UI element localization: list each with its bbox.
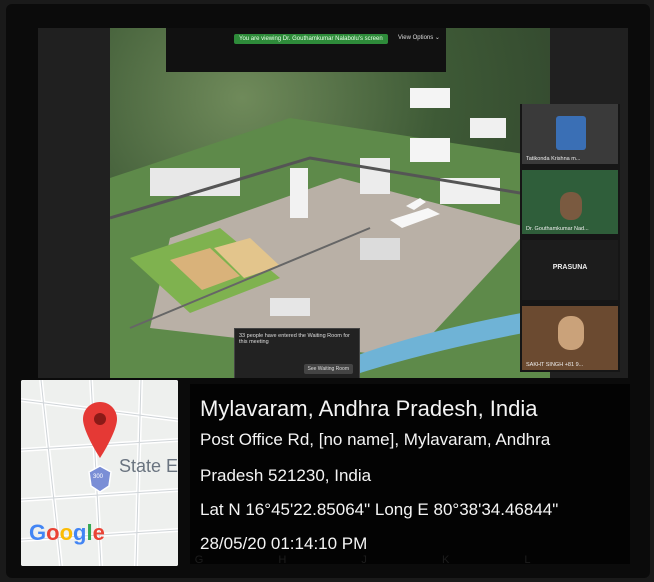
- participant-tile[interactable]: PRASUNA: [522, 240, 618, 300]
- see-waiting-room-button[interactable]: See Waiting Room: [303, 364, 353, 374]
- participant-strip: Tatikonda Krishna m... Dr. Gouthamkumar …: [520, 104, 620, 372]
- participant-video: [560, 192, 582, 220]
- participant-tile[interactable]: Dr. Gouthamkumar Nad...: [522, 170, 618, 234]
- address-line-2: Pradesh 521230, India: [200, 466, 372, 485]
- coordinates: Lat N 16°45'22.85064" Long E 80°38'34.46…: [200, 500, 559, 519]
- shared-screen-campus-render: [110, 28, 550, 378]
- location-pin-icon: [83, 402, 117, 458]
- participant-video: [556, 116, 586, 150]
- participant-tile[interactable]: Tatikonda Krishna m...: [522, 104, 618, 164]
- map-thumbnail: 300 State E Google: [21, 380, 178, 566]
- location-title: Mylavaram, Andhra Pradesh, India: [200, 396, 538, 421]
- participant-tile[interactable]: SAKHT SINGH +81 9...: [522, 306, 618, 370]
- campus-render-illustration: [110, 88, 550, 378]
- zoom-screen: You are viewing Dr. Gouthamkumar Nalabol…: [38, 28, 628, 378]
- road-shield-label: 300: [93, 474, 104, 480]
- google-logo: Google: [29, 520, 105, 545]
- participant-video: [558, 316, 584, 350]
- participant-name: PRASUNA: [552, 264, 588, 271]
- waiting-room-popup: 33 people have entered the Waiting Room …: [234, 328, 360, 378]
- participant-name: SAKHT SINGH +81 9...: [526, 362, 584, 368]
- viewing-screen-banner: You are viewing Dr. Gouthamkumar Nalabol…: [234, 34, 388, 44]
- participant-name: Tatikonda Krishna m...: [526, 156, 581, 162]
- participant-name: Dr. Gouthamkumar Nad...: [526, 226, 589, 232]
- timestamp: 28/05/20 01:14:10 PM: [200, 534, 368, 553]
- waiting-room-message: 33 people have entered the Waiting Room …: [239, 333, 350, 345]
- address-line-1: Post Office Rd, [no name], Mylavaram, An…: [200, 430, 551, 449]
- view-options-button[interactable]: View Options ⌄: [398, 34, 440, 41]
- map-place-label: State E: [119, 456, 178, 476]
